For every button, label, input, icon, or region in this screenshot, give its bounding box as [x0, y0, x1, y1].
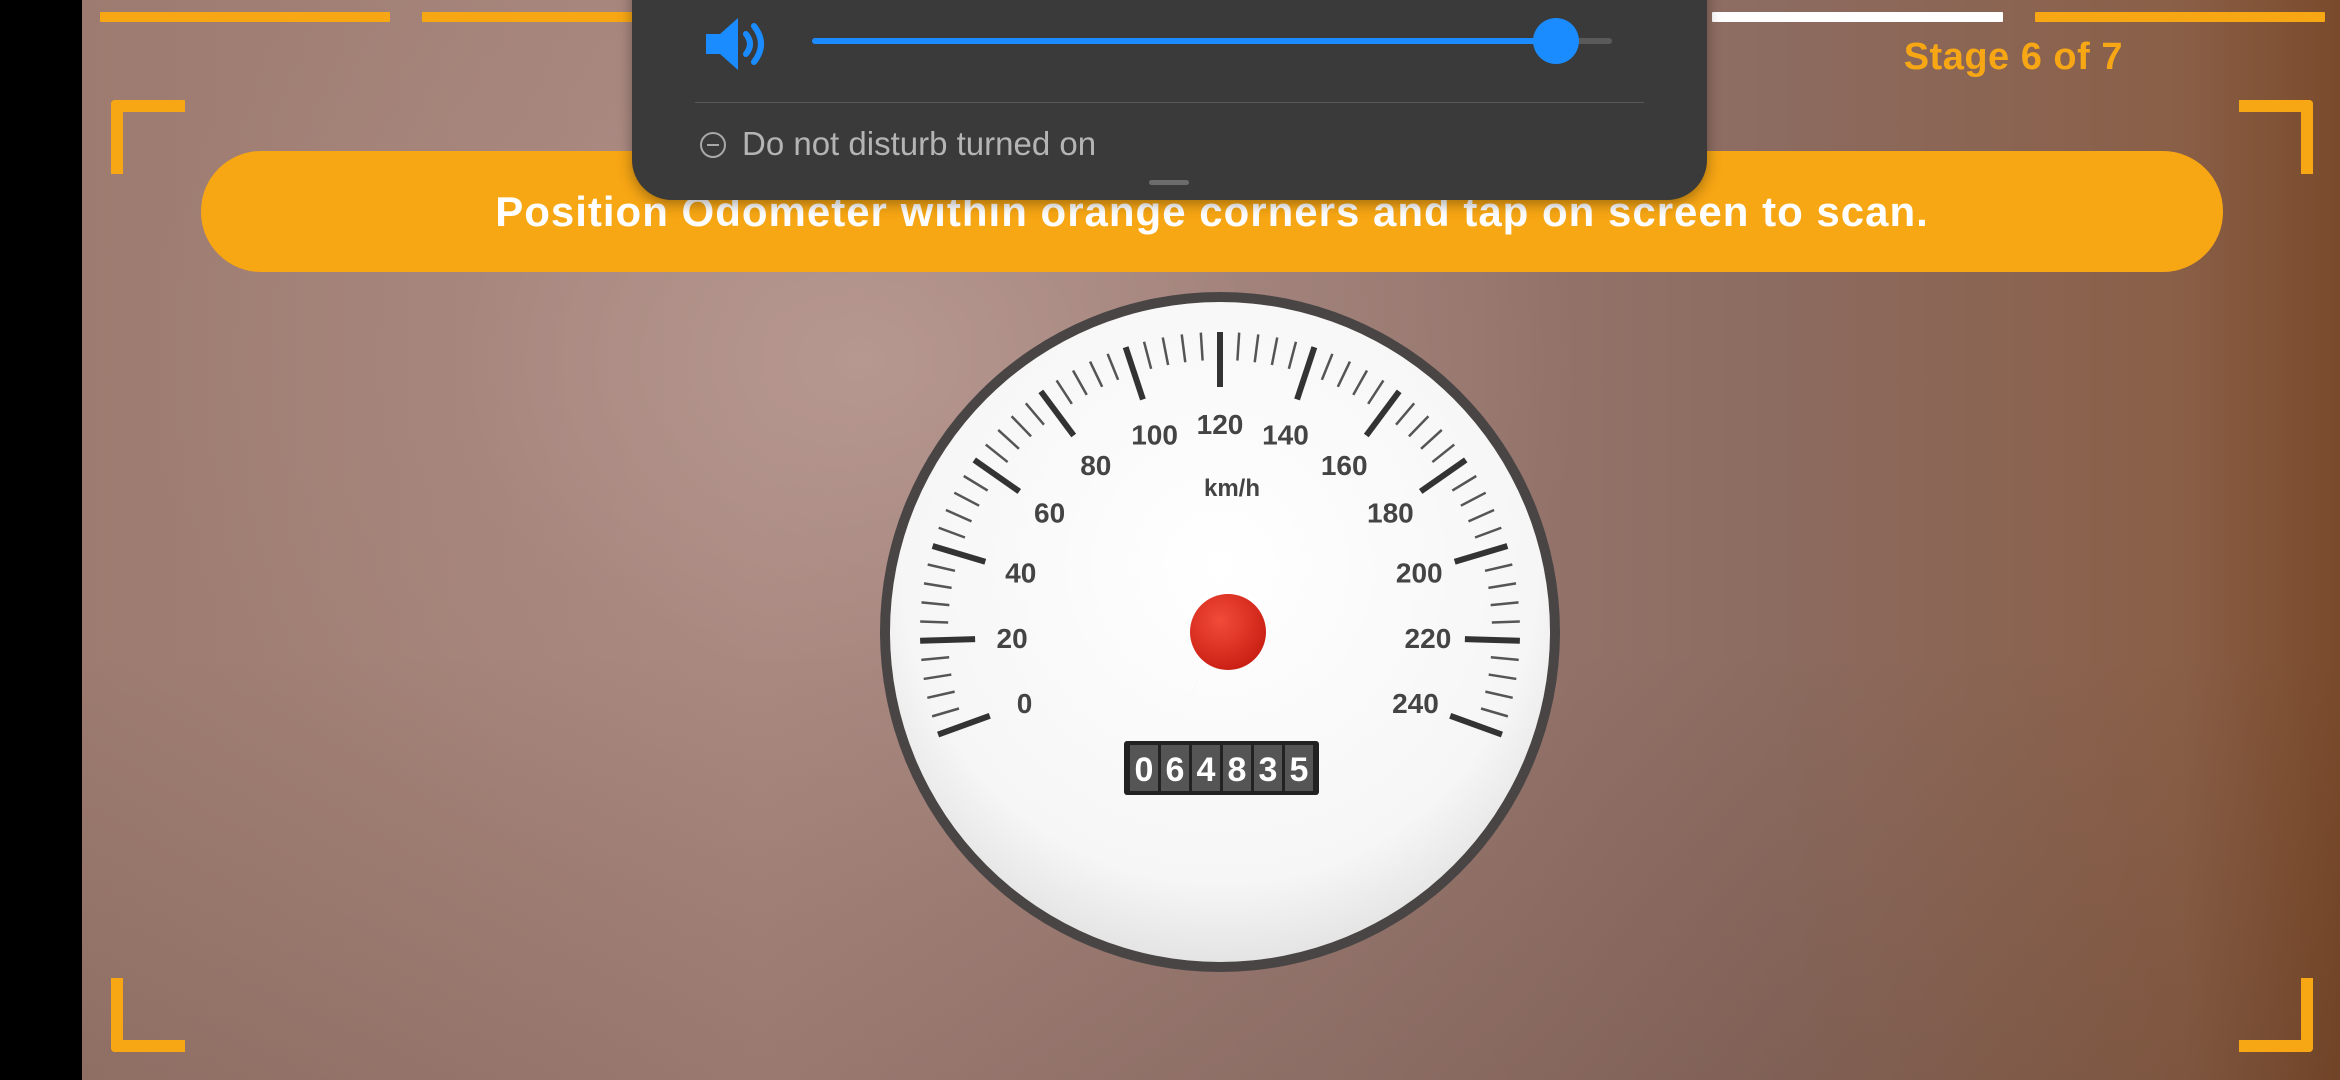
- odometer-digit: 0: [1135, 751, 1154, 789]
- tick-label: 60: [1034, 498, 1065, 529]
- tick-label: 120: [1197, 409, 1244, 440]
- volume-panel: Do not disturb turned on: [632, 0, 1707, 200]
- volume-slider-fill: [812, 38, 1556, 44]
- odometer-digit: 4: [1197, 751, 1216, 789]
- odometer-digit: 3: [1259, 751, 1278, 789]
- progress-segment-7: [2034, 12, 2325, 22]
- volume-slider-thumb[interactable]: [1533, 18, 1579, 64]
- dnd-status-text: Do not disturb turned on: [742, 125, 1097, 162]
- tick-label: 220: [1405, 623, 1452, 654]
- tick-label: 240: [1392, 688, 1439, 719]
- tick-label: 80: [1080, 450, 1111, 481]
- major-tick: [1464, 636, 1520, 644]
- major-tick: [920, 636, 976, 644]
- speedometer: 020406080100 120 140160180200220240 km/h 0…: [880, 292, 1560, 972]
- tick-label: 140: [1262, 420, 1309, 451]
- scan-corner-top-right: [2239, 100, 2313, 174]
- odometer-digit: 8: [1228, 751, 1247, 789]
- tick-label: 180: [1367, 498, 1414, 529]
- scan-corner-top-left: [111, 100, 185, 174]
- tick-label: 20: [997, 623, 1028, 654]
- panel-divider: [695, 102, 1644, 103]
- tick-label: 40: [1005, 557, 1036, 588]
- scan-corner-bottom-left: [111, 978, 185, 1052]
- minor-tick: [920, 620, 949, 624]
- panel-drag-handle[interactable]: [1149, 180, 1189, 185]
- gauge-unit-label: km/h: [1204, 475, 1260, 502]
- odometer-digit: 5: [1290, 751, 1309, 789]
- progress-segment-1: [100, 12, 391, 22]
- left-black-bar: [0, 0, 82, 1080]
- do-not-disturb-icon: [700, 132, 726, 158]
- scan-corner-bottom-right: [2239, 978, 2313, 1052]
- minor-tick: [1491, 620, 1520, 624]
- stage-label: Stage 6 of 7: [1903, 36, 2123, 78]
- tick-label: 160: [1321, 450, 1368, 481]
- gauge-hub: [1190, 594, 1266, 670]
- volume-icon[interactable]: [702, 14, 772, 74]
- tick-label: 100: [1131, 420, 1178, 451]
- progress-segment-6: [1712, 12, 2003, 22]
- tick-label: 200: [1396, 557, 1443, 588]
- tick-label: 0: [1017, 688, 1033, 719]
- volume-slider[interactable]: [812, 18, 1612, 64]
- odometer-digit: 6: [1166, 751, 1185, 789]
- odometer-display: 064835: [1124, 741, 1319, 795]
